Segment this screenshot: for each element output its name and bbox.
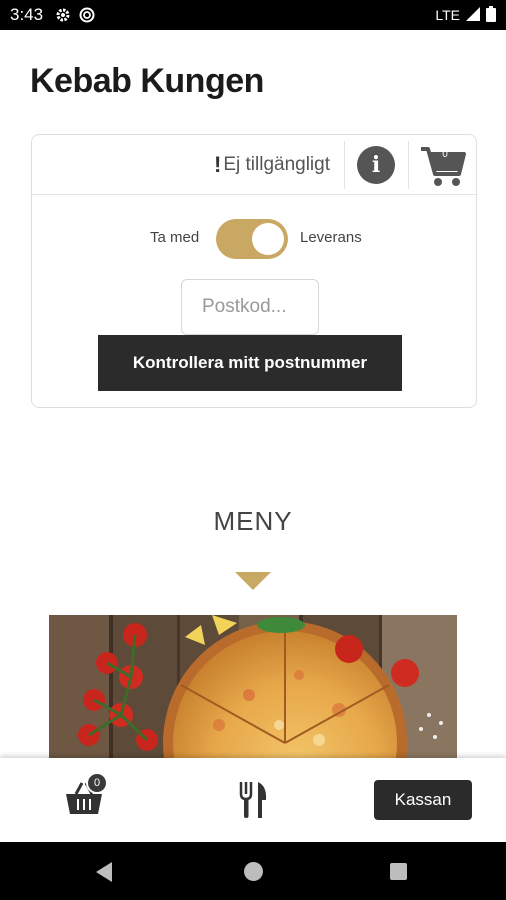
exclamation-icon: ! [214,152,222,177]
delivery-toggle[interactable] [216,219,288,259]
recent-apps-icon[interactable] [390,863,407,880]
cart-count-badge: 0 [442,149,448,160]
battery-icon [486,5,496,25]
availability-status: ! Ej tillgängligt [214,152,330,178]
card-header: ! Ej tillgängligt i 0 [32,135,476,195]
menu-heading: MENY [213,506,293,536]
cutlery-icon[interactable] [238,780,270,820]
availability-label: Ej tillgängligt [223,154,330,175]
page-title: Kebab Kungen [30,62,264,100]
checkout-button[interactable]: Kassan [374,780,472,820]
divider [344,141,345,189]
status-time: 3:43 [10,5,44,24]
basket-count-badge: 0 [86,772,108,794]
sync-icon [79,7,95,23]
back-icon[interactable] [96,862,112,882]
menu-category-image[interactable] [49,615,457,758]
bottom-action-bar: 0 Kassan [0,758,506,842]
check-postcode-button[interactable]: Kontrollera mitt postnummer [98,335,402,391]
signal-icon [466,6,480,24]
delivery-label: Leverans [300,229,362,246]
delivery-toggle-row: Ta med Leverans [32,217,476,259]
take-away-label: Ta med [150,229,200,246]
system-nav-bar [0,842,506,900]
postcode-input[interactable] [181,279,319,335]
order-card: ! Ej tillgängligt i 0 Ta med Leverans Ko… [31,134,477,408]
network-label: LTE [435,7,460,23]
toggle-knob [252,223,284,255]
divider [408,141,409,189]
info-icon[interactable]: i [357,146,395,184]
status-bar: 3:43 LTE [0,0,506,30]
gear-icon [55,7,71,23]
chevron-down-icon[interactable] [235,572,271,590]
info-icon-glyph: i [371,152,381,178]
home-icon[interactable] [244,862,263,881]
